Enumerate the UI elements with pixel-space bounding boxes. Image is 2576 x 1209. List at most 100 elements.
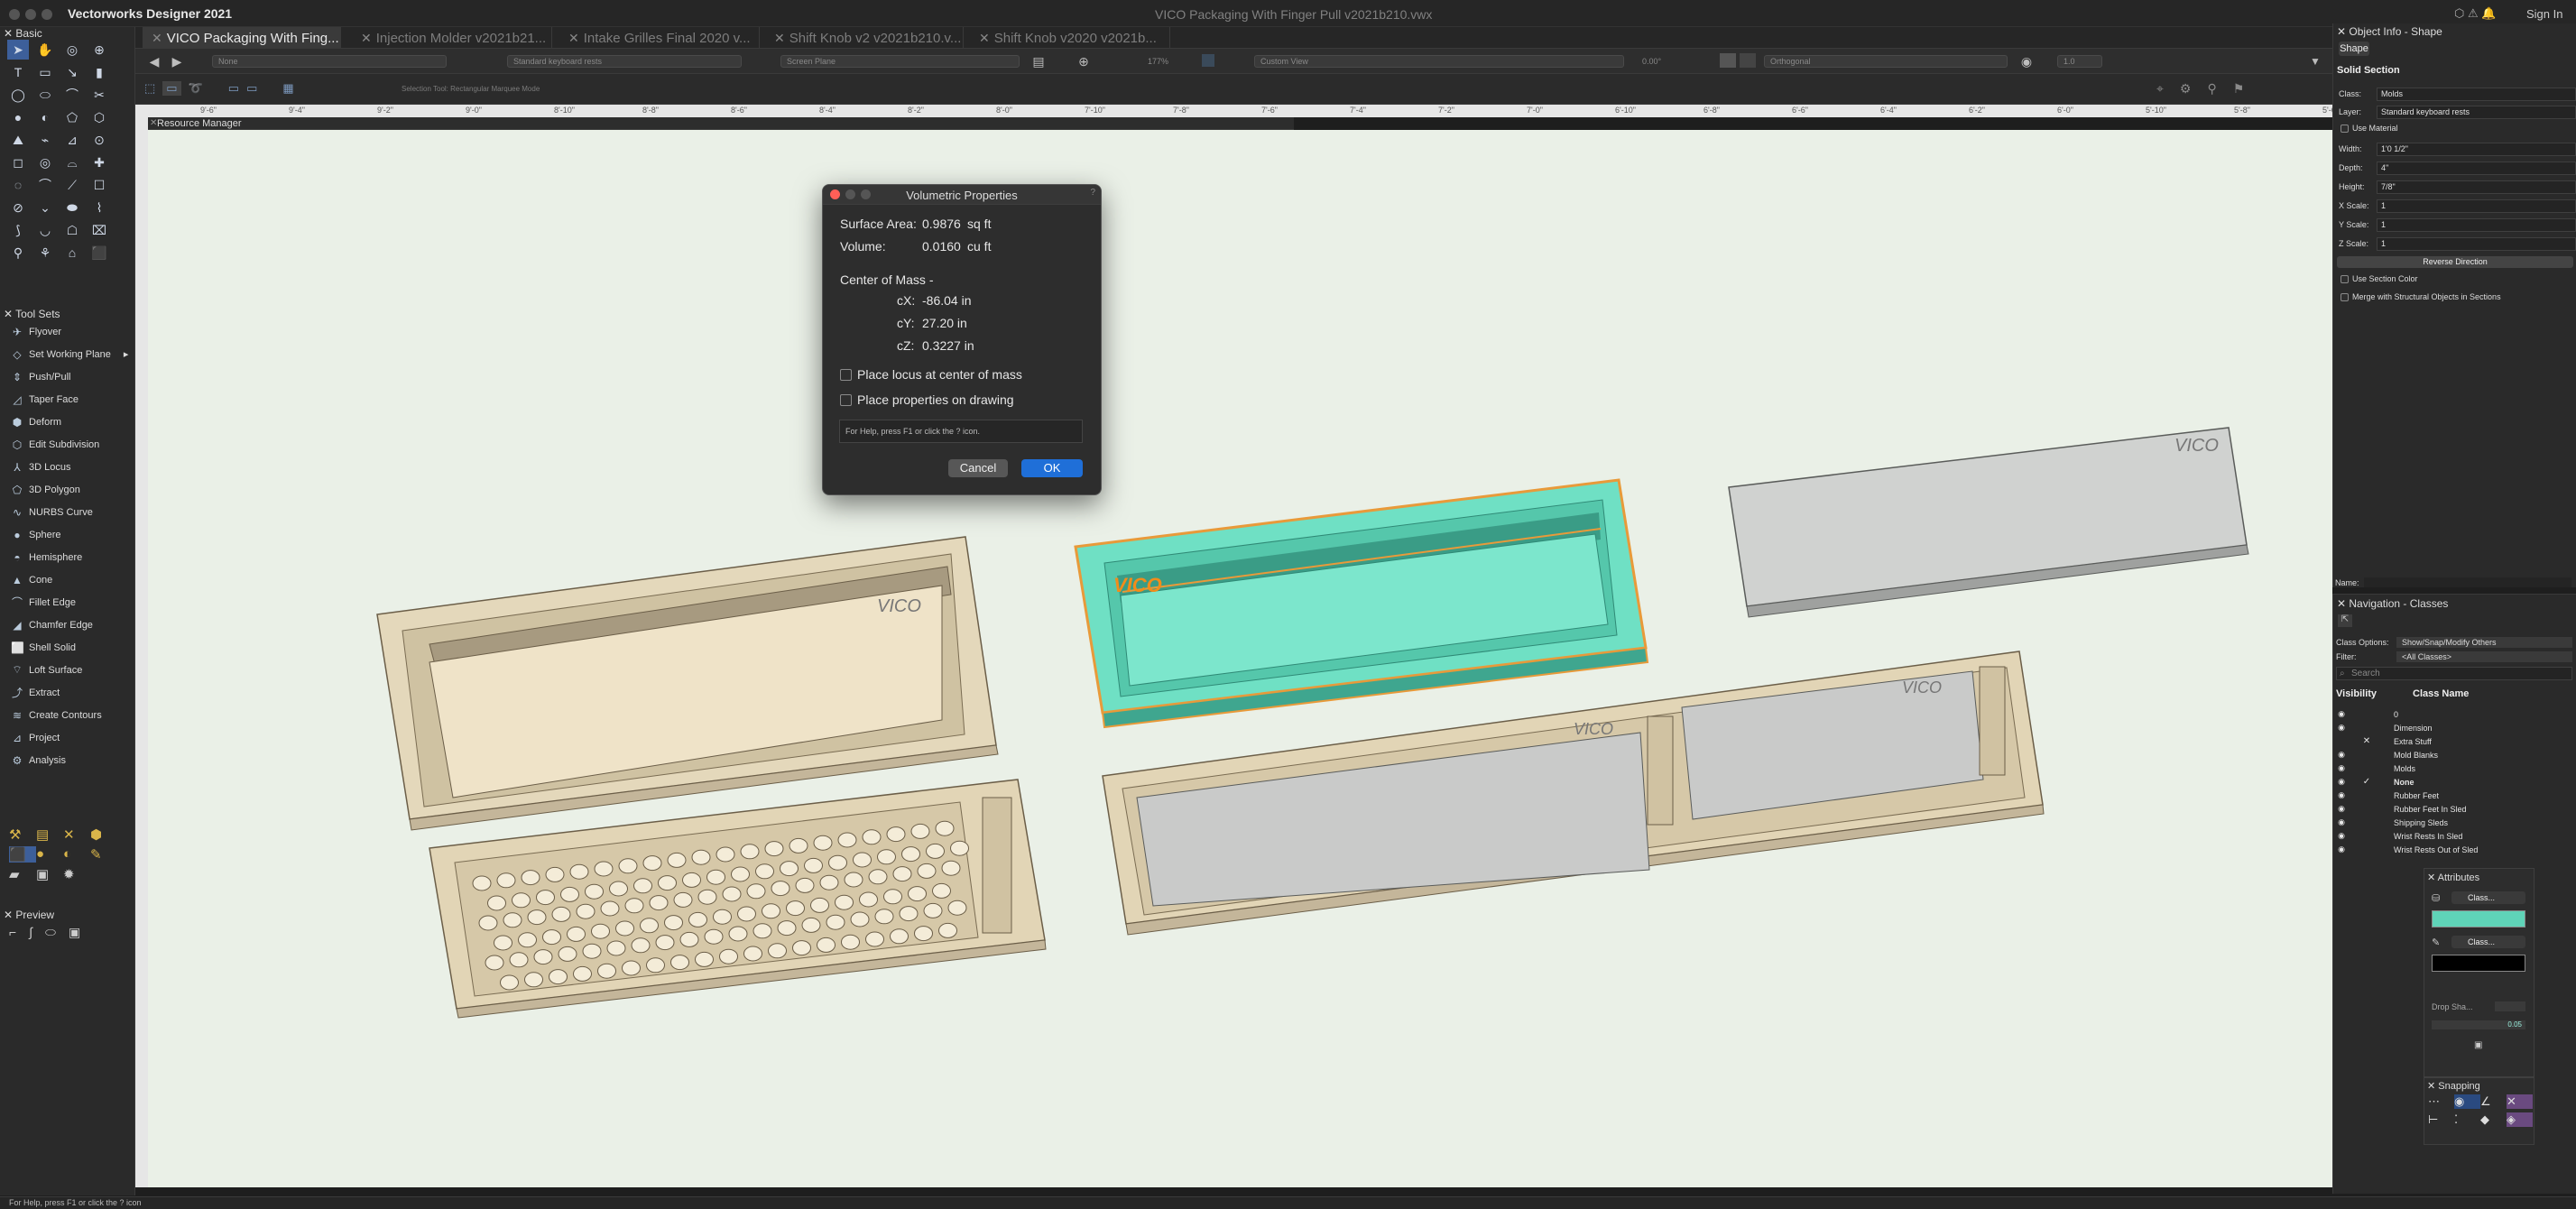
lid-grey[interactable]: VICO — [1728, 427, 2249, 618]
hidden-x-icon[interactable]: ✕ — [2349, 736, 2385, 746]
tool-set-3d-icon[interactable]: ⬛ — [9, 846, 36, 863]
help-icon[interactable]: ? — [1090, 188, 1095, 198]
snap-surface-icon[interactable]: ◈ — [2507, 1112, 2533, 1127]
plant-tool-icon[interactable]: ⚘ — [34, 243, 56, 263]
tool-set-fab-icon[interactable]: ▣ — [36, 866, 63, 882]
tool-set-item[interactable]: ⬜ Shell Solid — [0, 636, 135, 659]
close-window-button[interactable] — [9, 9, 20, 20]
pan-tool-icon[interactable]: ✋ — [34, 40, 56, 60]
reverse-direction-button[interactable]: Reverse Direction — [2337, 256, 2573, 268]
select-mode-icon[interactable]: ⬚ — [144, 81, 155, 96]
visibility-icon[interactable]: ◉ — [2017, 52, 2036, 70]
tray-selected-teal[interactable]: VICO — [1074, 478, 1649, 729]
document-tab[interactable]: ✕ Shift Knob v2 v2021b210.v... — [765, 27, 964, 49]
close-palette-icon[interactable]: ✕ — [2337, 597, 2349, 610]
tool-set-item[interactable]: ⬡ Edit Subdivision — [0, 433, 135, 456]
offset-tool-icon[interactable]: ⊘ — [7, 198, 29, 217]
class-row[interactable]: ◉ Dimension — [2334, 721, 2576, 734]
back-icon[interactable]: ◀ — [144, 52, 164, 70]
tool-set-item[interactable]: ⚙ Analysis — [0, 749, 135, 771]
tool-set-item[interactable]: ⬢ Deform — [0, 411, 135, 433]
active-layer-dropdown[interactable]: Standard keyboard rests — [507, 55, 742, 68]
text-tool-icon[interactable]: T — [7, 62, 29, 82]
tool-set-item[interactable]: ⬠ 3D Polygon — [0, 478, 135, 501]
snap-distance-icon[interactable]: ⊢ — [2428, 1112, 2454, 1127]
search-input[interactable]: ⌕ Search — [2336, 667, 2572, 680]
x-scale-field[interactable]: 1 — [2377, 198, 2576, 213]
wave-tool-icon[interactable]: ⌇ — [88, 198, 110, 217]
callout-tool-icon[interactable]: ▭ — [34, 62, 56, 82]
target-tool-icon[interactable]: ⊙ — [88, 130, 110, 150]
split-tool-icon[interactable]: ✂ — [88, 85, 110, 105]
preview-line-icon[interactable]: ⌐ — [9, 925, 16, 940]
class-row[interactable]: ◉ Rubber Feet In Sled — [2334, 802, 2576, 816]
tool-set-item[interactable]: ⌒ Fillet Edge — [0, 591, 135, 614]
close-tab-icon[interactable]: ✕ — [152, 31, 162, 46]
visibility-eye-icon[interactable]: ◉ — [2334, 831, 2349, 841]
magnet-icon[interactable]: ⌖ — [2156, 81, 2164, 97]
preview-curve-icon[interactable]: ∫ — [29, 925, 32, 940]
place-properties-checkbox[interactable] — [840, 394, 852, 406]
depth-field[interactable]: 4" — [2377, 161, 2576, 175]
render-mode-icon[interactable] — [1202, 54, 1214, 67]
tool-set-item[interactable]: ✈ Flyover — [0, 320, 135, 343]
curve-tool-icon[interactable]: ⌒ — [34, 175, 56, 195]
snap-intersection-icon[interactable]: ✕ — [2507, 1094, 2533, 1109]
fill-style-dropdown[interactable]: Class... — [2451, 891, 2525, 904]
class-row[interactable]: ✕ Extra Stuff — [2334, 734, 2576, 748]
frame-tool-icon[interactable]: ☐ — [88, 175, 110, 195]
visibility-eye-icon[interactable]: ◉ — [2334, 750, 2349, 760]
chevron-down-icon[interactable]: ▼ — [2310, 55, 2321, 68]
chevron-tool-icon[interactable]: ⌄ — [34, 198, 56, 217]
class-row[interactable]: ◉ Molds — [2334, 761, 2576, 775]
working-plane-dropdown[interactable]: Screen Plane — [780, 55, 1020, 68]
navigation-menu-icon[interactable]: ⇱ — [2338, 614, 2352, 627]
close-palette-icon[interactable]: ✕ — [2427, 872, 2438, 883]
arc-seg-tool-icon[interactable]: ⌓ — [61, 152, 83, 172]
line-tool-icon[interactable]: ↘ — [61, 62, 83, 82]
class-row[interactable]: ◉ Wrist Rests Out of Sled — [2334, 843, 2576, 856]
tool-set-landmark-icon[interactable]: ✕ — [63, 826, 90, 843]
z-scale-field[interactable]: 1 — [2377, 236, 2576, 251]
attributes-mapping-icon[interactable]: ▣ — [2474, 1040, 2482, 1050]
zoom-tool-icon[interactable]: ⊕ — [88, 40, 110, 60]
merge-structural-checkbox[interactable] — [2341, 292, 2349, 301]
filter-dropdown[interactable]: <All Classes> — [2396, 651, 2572, 662]
use-material-checkbox[interactable] — [2341, 124, 2349, 133]
poly-mode-icon[interactable]: ▭ — [246, 81, 257, 96]
close-tab-icon[interactable]: ✕ — [568, 31, 579, 46]
triangle-tool-icon[interactable]: ⊿ — [61, 130, 83, 150]
snap-object-icon[interactable]: ◉ — [2454, 1094, 2480, 1109]
document-tab[interactable]: ✕ Intake Grilles Final 2020 v... — [559, 27, 760, 49]
rectangle-tool-icon[interactable]: ◻ — [7, 152, 29, 172]
zoom-window-button[interactable] — [42, 9, 52, 20]
snap-angle-icon[interactable]: ∠ — [2480, 1094, 2507, 1109]
tool-set-building-icon[interactable]: ⚒ — [9, 826, 36, 843]
snap-grid-icon[interactable]: ⋯ — [2428, 1094, 2454, 1109]
tool-set-item[interactable]: ● Sphere — [0, 523, 135, 546]
terrain-tool-icon[interactable]: ⛰ — [7, 130, 29, 150]
tab-shape[interactable]: Shape — [2339, 42, 2369, 56]
segment-tool-icon[interactable]: ⟋ — [61, 175, 83, 195]
zoom-icon[interactable]: ⊕ — [1074, 52, 1094, 70]
tool-set-item[interactable]: ⤴ Extract — [0, 681, 135, 704]
close-palette-icon[interactable]: ✕ — [2337, 25, 2349, 38]
visibility-header[interactable]: Visibility — [2336, 688, 2377, 699]
document-tab[interactable]: ✕ Injection Molder v2021b21... — [352, 27, 552, 49]
tool-set-item[interactable]: ◇ Set Working Plane ▸ — [0, 343, 135, 365]
class-row[interactable]: ◉ Shipping Sleds — [2334, 816, 2576, 829]
solid-tool-icon[interactable]: ⬛ — [88, 243, 110, 263]
cancel-button[interactable]: Cancel — [948, 459, 1008, 477]
tool-set-machine-icon[interactable]: ✹ — [63, 866, 90, 882]
tool-set-dims-icon[interactable]: ✎ — [90, 846, 117, 863]
tool-set-furniture-icon[interactable]: ⬢ — [90, 826, 117, 843]
height-field[interactable]: 7/8" — [2377, 180, 2576, 194]
tool-set-item[interactable]: ⅄ 3D Locus — [0, 456, 135, 478]
visibility-eye-icon[interactable]: ◉ — [2334, 804, 2349, 814]
zoom-level[interactable]: 177% — [1148, 57, 1168, 66]
drop-shadow-options-button[interactable] — [2495, 1001, 2525, 1011]
home-tool-icon[interactable]: ⌂ — [61, 243, 83, 263]
place-locus-checkbox[interactable] — [840, 369, 852, 381]
tool-set-item[interactable]: ⊿ Project — [0, 726, 135, 749]
trim-tool-icon[interactable]: ⌧ — [88, 220, 110, 240]
